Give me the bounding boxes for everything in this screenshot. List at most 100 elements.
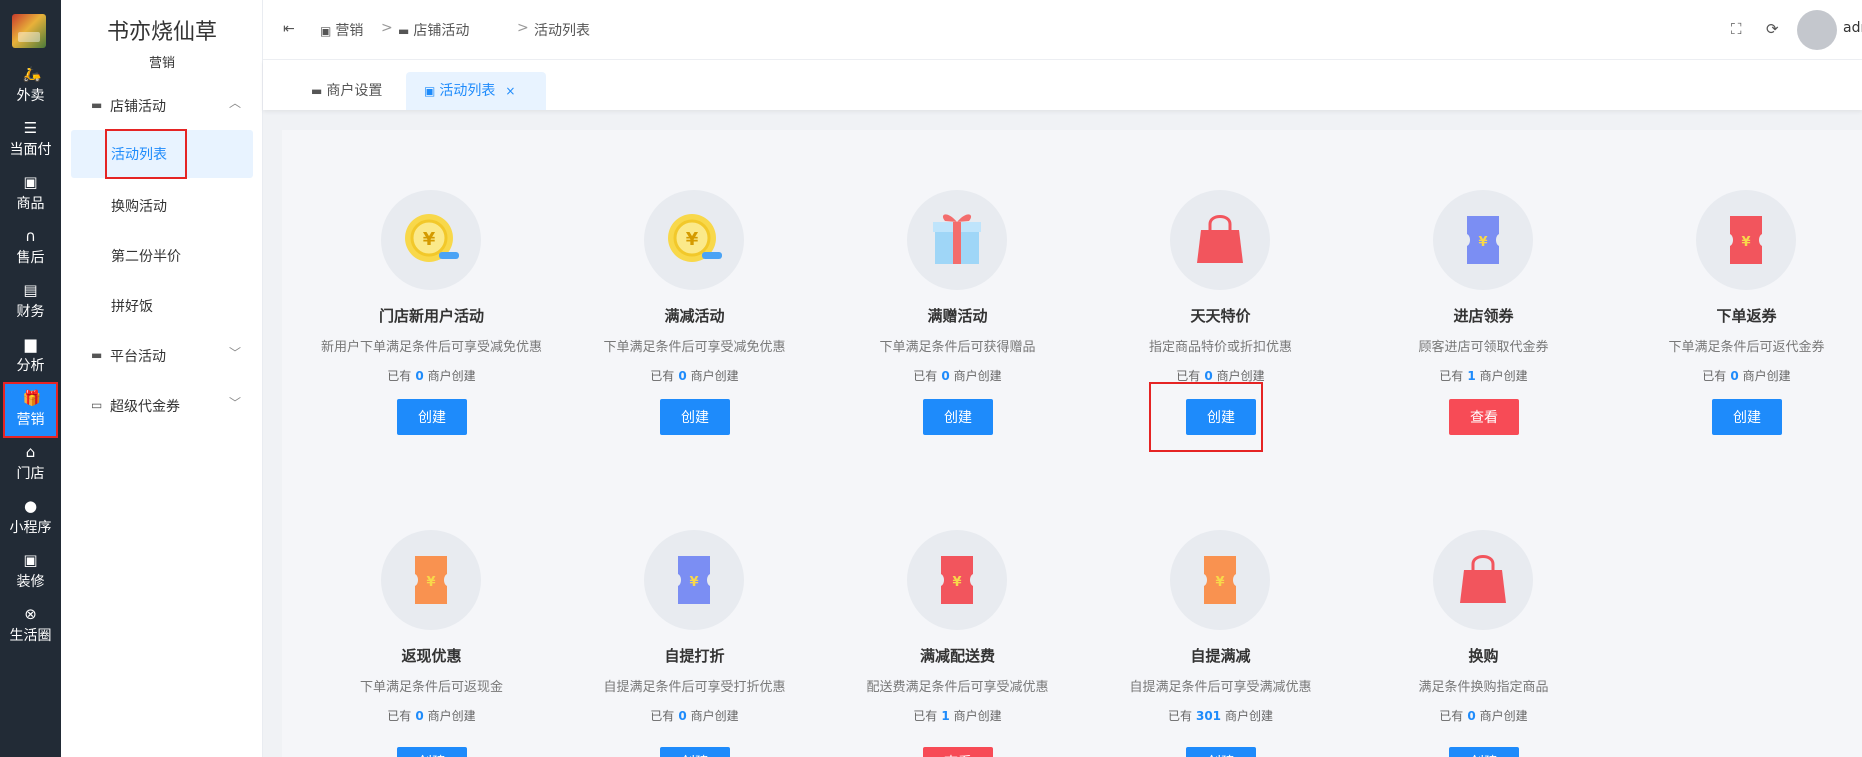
avatar[interactable] — [1797, 10, 1837, 50]
menu-group-super-voucher[interactable]: ▭ 超级代金券 ﹀ — [61, 388, 263, 422]
menu-group-platform-activities[interactable]: ▬ 平台活动 ﹀ — [61, 338, 263, 372]
shopping-bag-icon: ▣ — [23, 173, 38, 191]
chevron-down-icon: ﹀ — [228, 346, 241, 360]
create-button[interactable]: 创建 — [397, 399, 467, 435]
top-header: ⇤ ▣营销 > ▬店铺活动 > 活动列表 ⛶ ⟳ admin — [263, 0, 1862, 60]
username[interactable]: admin — [1843, 20, 1862, 36]
gift-box-icon — [933, 214, 981, 264]
store-icon: ▬ — [398, 24, 410, 38]
activity-card-pickup-reduction: ¥ 自提满减 自提满足条件后可享受满减优惠 已有301商户创建 创建 — [1089, 470, 1352, 757]
ticket-icon: ▭ — [91, 398, 103, 412]
chevron-down-icon: ﹀ — [228, 396, 241, 410]
rail-item-products[interactable]: ▣ 商品 — [0, 166, 61, 224]
close-icon[interactable]: × — [505, 84, 515, 98]
creation-count: 已有 0 商户创建 — [1702, 369, 1791, 383]
highlight-box — [1149, 382, 1263, 452]
rail-item-decoration[interactable]: ▣ 装修 — [0, 544, 61, 602]
tab-activity-list[interactable]: ▣ 活动列表 × — [406, 72, 546, 110]
store-logo[interactable] — [12, 14, 46, 48]
refresh-icon[interactable]: ⟳ — [1766, 20, 1779, 38]
menu-item-second-half-price[interactable]: 第二份半价 — [71, 232, 253, 280]
paint-icon: ▣ — [23, 551, 38, 569]
creation-count: 已有 0 商户创建 — [387, 369, 476, 383]
rail-item-marketing[interactable]: 🎁 营销 — [3, 382, 58, 438]
creation-count: 已有 1 商户创建 — [1439, 369, 1528, 383]
list-icon: ☰ — [23, 119, 38, 137]
store-icon: ▬ — [91, 98, 103, 112]
activity-card-store-coupon: ¥ 进店领券 顾客进店可领取代金券 已有 1 商户创建 查看 — [1352, 130, 1615, 435]
activity-card-exchange: 换购 满足条件换购指定商品 已有0商户创建 创建 — [1352, 470, 1615, 757]
menu-item-exchange[interactable]: 换购活动 — [71, 182, 253, 230]
svg-text:¥: ¥ — [952, 575, 961, 590]
activity-card-cashback: ¥ 返现优惠 下单满足条件后可返现金 已有0商户创建 创建 — [300, 470, 563, 757]
create-button[interactable]: 创建 — [397, 747, 467, 757]
gift-icon: ▬ — [91, 348, 103, 362]
activity-card-new-user: ¥ 门店新用户活动 新用户下单满足条件后可享受减免优惠 已有 0 商户创建 创建 — [300, 130, 563, 435]
rail-item-after-sales[interactable]: ∩ 售后 — [0, 220, 61, 278]
activity-card-full-reduction: ¥ 满减活动 下单满足条件后可享受减免优惠 已有 0 商户创建 创建 — [563, 130, 826, 435]
activity-card-pickup-discount: ¥ 自提打折 自提满足条件后可享受打折优惠 已有0商户创建 创建 — [563, 470, 826, 757]
svg-text:¥: ¥ — [689, 575, 698, 590]
rail-item-mini-program[interactable]: ● 小程序 — [0, 490, 61, 548]
creation-count: 已有 0 商户创建 — [387, 709, 476, 723]
circle-icon: ⊗ — [24, 605, 37, 623]
menu-section-title: 营销 — [148, 56, 175, 71]
highlight-box — [105, 129, 187, 179]
activity-card-order-coupon: ¥ 下单返券 下单满足条件后可返代金券 已有 0 商户创建 创建 — [1615, 130, 1862, 435]
tab-merchant-settings[interactable]: ▬ 商户设置 — [293, 72, 400, 110]
create-button[interactable]: 创建 — [1449, 747, 1519, 757]
secondary-menu: 书亦烧仙草 营销 ▬ 店铺活动 ︿ 活动列表 换购活动 第二份半价 拼好饭 ▬ … — [61, 0, 263, 757]
coupon-icon: ¥ — [1467, 216, 1499, 264]
svg-text:¥: ¥ — [686, 229, 699, 250]
create-button[interactable]: 创建 — [660, 747, 730, 757]
creation-count: 已有 301 商户创建 — [1167, 709, 1274, 723]
rail-item-store[interactable]: ⌂ 门店 — [0, 436, 61, 494]
create-button[interactable]: 创建 — [1712, 399, 1782, 435]
rail-item-life-circle[interactable]: ⊗ 生活圈 — [0, 598, 61, 656]
activity-card-gift: 满赠活动 下单满足条件后可获得赠品 已有 0 商户创建 创建 — [826, 130, 1089, 435]
breadcrumb-activity-list: 活动列表 — [534, 23, 590, 39]
coupon-icon: ¥ — [678, 556, 710, 604]
store-name: 书亦烧仙草 — [106, 20, 217, 45]
rail-item-finance[interactable]: ▤ 财务 — [0, 274, 61, 332]
yuan-coin-icon: ¥ — [405, 214, 459, 262]
rail-item-face-pay[interactable]: ☰ 当面付 — [0, 112, 61, 170]
coupon-icon: ¥ — [1730, 216, 1762, 264]
shopping-bag-icon — [1197, 215, 1243, 263]
rail-item-delivery[interactable]: 🛵 外卖 — [0, 58, 61, 116]
shopping-bag-icon — [1460, 555, 1506, 603]
gift-icon: 🎁 — [22, 389, 42, 407]
creation-count: 已有 0 商户创建 — [650, 369, 739, 383]
creation-count: 已有 0 商户创建 — [650, 709, 739, 723]
svg-text:¥: ¥ — [1741, 235, 1750, 250]
activity-grid: ¥ 门店新用户活动 新用户下单满足条件后可享受减免优惠 已有 0 商户创建 创建 ¥… — [282, 130, 1862, 757]
chevron-up-icon: ︿ — [228, 96, 241, 110]
tab-bar: ▬ 商户设置 ▣ 活动列表 × — [263, 60, 1862, 110]
gift-icon: ▣ — [320, 24, 332, 38]
menu-group-store-activities[interactable]: ▬ 店铺活动 ︿ — [61, 88, 263, 122]
breadcrumb-store-activities[interactable]: ▬ 店铺活动 — [398, 20, 469, 40]
gift-icon: ▣ — [424, 84, 436, 98]
headset-icon: ∩ — [25, 227, 36, 245]
creation-count: 已有 0 商户创建 — [1439, 709, 1528, 723]
view-button[interactable]: 查看 — [1449, 399, 1519, 435]
menu-item-group-meal[interactable]: 拼好饭 — [71, 282, 253, 330]
create-button[interactable]: 创建 — [923, 399, 993, 435]
view-button[interactable]: 查看 — [923, 747, 993, 757]
rail-item-analysis[interactable]: ▆ 分析 — [0, 328, 61, 386]
activity-card-delivery-fee: ¥ 满减配送费 配送费满足条件后可享受减优惠 已有1商户创建 查看 — [826, 470, 1089, 757]
svg-text:¥: ¥ — [423, 229, 436, 250]
creation-count: 已有 0 商户创建 — [913, 369, 1002, 383]
main-rail: 🛵 外卖 ☰ 当面付 ▣ 商品 ∩ 售后 ▤ 财务 ▆ 分析 🎁 营销 ⌂ 门店… — [0, 0, 61, 757]
scooter-icon: 🛵 — [22, 65, 42, 83]
coupon-icon: ¥ — [941, 556, 973, 604]
coupon-icon: ¥ — [415, 556, 447, 604]
collapse-menu-icon[interactable]: ⇤ — [283, 21, 295, 37]
fullscreen-icon[interactable]: ⛶ — [1731, 20, 1742, 38]
creation-count: 已有 1 商户创建 — [913, 709, 1002, 723]
breadcrumb-marketing[interactable]: ▣ 营销 — [320, 20, 363, 40]
finance-icon: ▤ — [23, 281, 38, 299]
create-button[interactable]: 创建 — [1186, 747, 1256, 757]
bar-chart-icon: ▆ — [24, 335, 37, 353]
create-button[interactable]: 创建 — [660, 399, 730, 435]
